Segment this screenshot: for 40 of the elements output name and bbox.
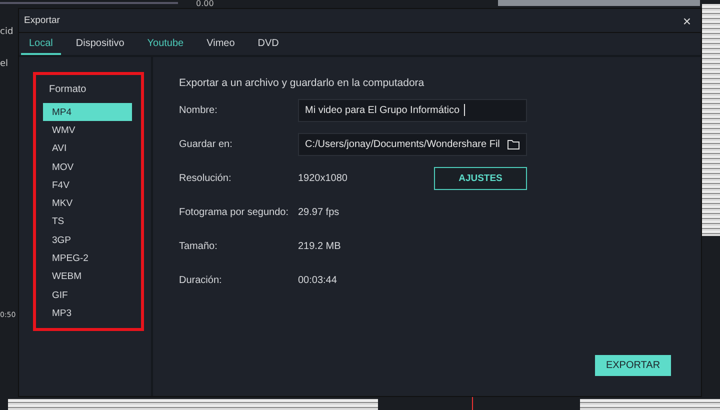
tab[interactable]: Dispositivo (68, 33, 132, 55)
tab[interactable]: Vimeo (198, 33, 243, 55)
field-label: Duración: (179, 274, 223, 286)
field-label: Nombre: (179, 104, 218, 116)
panel-title: Formato (49, 84, 88, 97)
path-field[interactable]: C:/Users/jonay/Documents/Wondershare Fil (298, 132, 527, 156)
tab[interactable]: Local (21, 33, 61, 55)
export-button[interactable]: EXPORTAR (595, 355, 671, 376)
format-item[interactable]: TS (43, 212, 132, 232)
format-item[interactable]: MOV (43, 158, 132, 176)
side-text: el (0, 59, 8, 69)
field-value: 1920x1080 (298, 172, 348, 184)
format-item[interactable]: MP3 (43, 304, 132, 323)
window-title: Exportar (24, 15, 60, 26)
field-label: Resolución: (179, 172, 232, 184)
format-item[interactable]: WMV (43, 121, 132, 140)
top-value: 0.00 (196, 0, 214, 8)
format-item[interactable]: GIF (43, 286, 132, 304)
side-text: cid (0, 27, 14, 37)
field-label: Fotograma por segundo: (179, 206, 290, 218)
field-value: 219.2 MB (298, 240, 341, 252)
folder-icon[interactable] (507, 138, 520, 150)
format-item[interactable]: WEBM (43, 268, 132, 286)
close-button[interactable]: × (680, 14, 693, 28)
settings-button[interactable]: AJUSTES (434, 166, 527, 190)
field-value: 29.97 fps (298, 206, 340, 218)
tab[interactable]: DVD (250, 33, 287, 55)
field-label: Guardar en: (179, 138, 234, 150)
format-item[interactable]: 3GP (43, 231, 132, 250)
field-value: 00:03:44 (298, 274, 337, 286)
tab[interactable]: Youtube (139, 33, 192, 55)
field-label: Tamaño: (179, 240, 218, 252)
format-item[interactable]: MKV (43, 194, 132, 213)
format-item[interactable]: MP4 (43, 103, 132, 122)
format-item[interactable]: AVI (43, 140, 132, 158)
format-item[interactable]: MPEG-2 (43, 249, 132, 268)
format-item[interactable]: F4V (43, 176, 132, 194)
name-field[interactable]: Mi video para El Grupo Informático (298, 98, 527, 122)
playhead-line (472, 396, 473, 410)
section-heading: Exportar a un archivo y guardarlo en la computadora (179, 77, 426, 89)
